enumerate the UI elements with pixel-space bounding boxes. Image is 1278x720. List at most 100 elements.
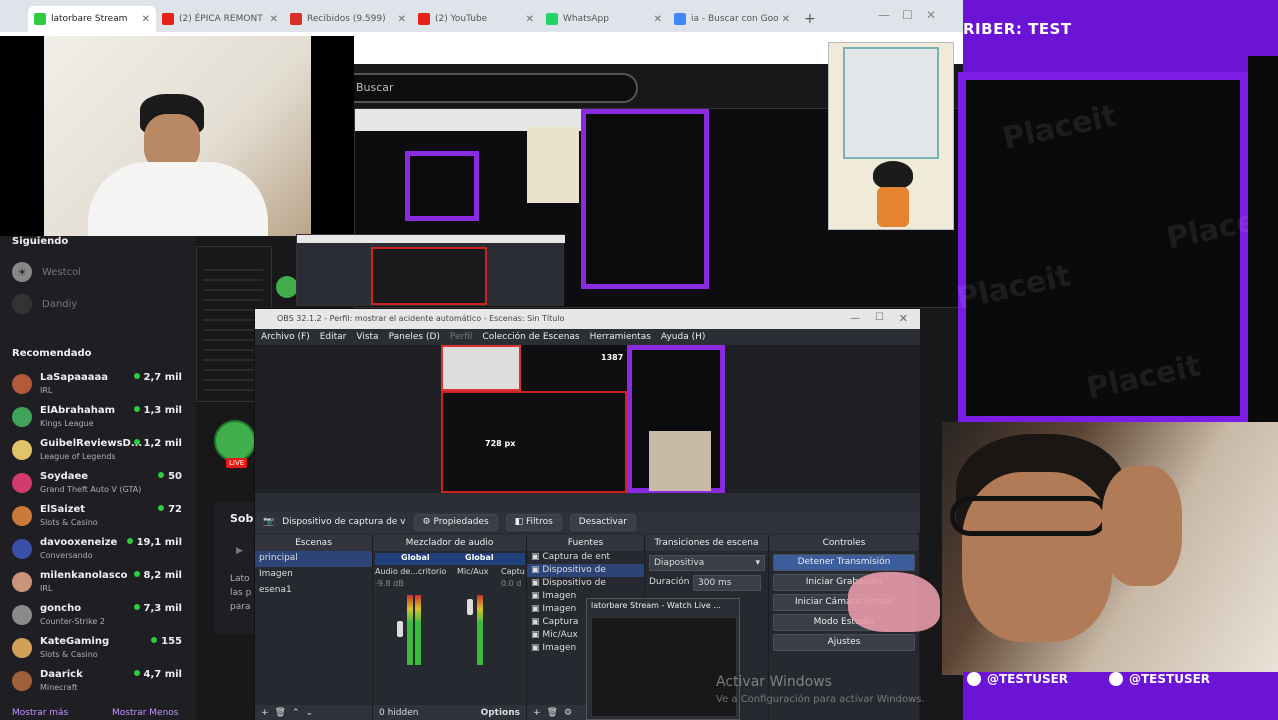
options-button[interactable]: Options <box>481 708 520 718</box>
show-less-link[interactable]: Mostrar Menos <box>112 708 178 718</box>
menu-item[interactable]: Perfil <box>450 332 473 342</box>
volume-slider[interactable] <box>397 621 403 637</box>
gear-icon[interactable]: ⚙ <box>564 708 572 718</box>
duration-input[interactable]: 300 ms <box>693 575 761 591</box>
show-more-link[interactable]: Mostrar más <box>12 708 68 718</box>
following-name: Westcol <box>42 266 81 278</box>
browser-tab[interactable]: Recibidos (9.599) ✕ <box>284 6 412 32</box>
transition-type-select[interactable]: Diapositiva ▾ <box>649 555 765 571</box>
menu-item[interactable]: Colección de Escenas <box>482 332 579 342</box>
trash-icon[interactable]: 🗑 <box>275 708 286 718</box>
down-icon[interactable]: ⌄ <box>306 708 314 718</box>
menu-item[interactable]: Archivo (F) <box>261 332 310 342</box>
new-tab-button[interactable]: + <box>796 11 816 32</box>
source-label: Dispositivo de <box>542 565 606 575</box>
add-icon[interactable]: + <box>261 708 269 718</box>
watermark-text: Placeit <box>953 258 1074 317</box>
up-icon[interactable]: ⌃ <box>292 708 300 718</box>
recommended-channel[interactable]: ElAbrahaham Kings League 1,3 mil <box>12 403 182 435</box>
browser-tab[interactable]: latorbare Stream ✕ <box>28 6 156 32</box>
scene-item[interactable]: esena1 <box>255 583 372 599</box>
close-tab-icon[interactable]: ✕ <box>782 14 790 25</box>
overlay-edge <box>1248 56 1278 426</box>
browser-tab[interactable]: (2) ÉPICA REMONT ✕ <box>156 6 284 32</box>
menu-item[interactable]: Herramientas <box>590 332 651 342</box>
obs-preview[interactable]: 1387 728 px <box>255 345 920 493</box>
source-item[interactable]: ▣ Dispositivo de <box>527 564 644 577</box>
recommended-channel[interactable]: milenkanolasco IRL 8,2 mil <box>12 568 182 600</box>
search-input[interactable]: Buscar <box>340 73 638 103</box>
recommended-channel[interactable]: Soydaee Grand Theft Auto V (GTA) 50 <box>12 469 182 501</box>
windows-activation-subtitle: Ve a Configuración para activar Windows. <box>716 694 925 705</box>
preview-selected-source[interactable] <box>441 391 627 493</box>
preview-cam2-source[interactable] <box>649 431 711 491</box>
browser-tab[interactable]: ia - Buscar con Goo ✕ <box>668 6 796 32</box>
channel-name: GuibelReviewsD... <box>40 438 143 449</box>
menu-item[interactable]: Vista <box>356 332 378 342</box>
watermark-text: Placeit <box>1083 348 1204 407</box>
close-tab-icon[interactable]: ✕ <box>526 14 534 25</box>
maximize-window-icon[interactable]: ☐ <box>902 8 913 22</box>
hidden-count: 0 hidden <box>379 708 419 718</box>
youtube-icon[interactable]: ▶ <box>236 546 243 556</box>
menu-item[interactable]: Ayuda (H) <box>661 332 705 342</box>
properties-button[interactable]: ⚙ Propiedades <box>413 513 498 531</box>
deactivate-button[interactable]: Desactivar <box>569 513 636 531</box>
recommended-channel[interactable]: LaSapaaaaa IRL 2,7 mil <box>12 370 182 402</box>
scene-item[interactable]: principal <box>255 551 372 567</box>
live-avatar <box>214 420 256 462</box>
channel-name: KateGaming <box>40 636 110 647</box>
preview-webcam-source[interactable] <box>441 345 521 391</box>
source-item[interactable]: ▣ Dispositivo de <box>527 577 644 590</box>
minimize-window-icon[interactable]: — <box>878 8 890 22</box>
control-button[interactable]: Detener Transmisión <box>773 554 915 571</box>
twitch-sidebar: Siguiendo ☀ Westcol Dandiy Recomendado L… <box>0 236 196 720</box>
mixer-ch1-label: Audio de...critorio <box>375 567 447 576</box>
menu-item[interactable]: Editar <box>320 332 347 342</box>
viewer-count: 19,1 mil <box>127 537 182 548</box>
duration-label: Duración <box>649 577 690 587</box>
browser-tab[interactable]: WhatsApp ✕ <box>540 6 668 32</box>
properties-label: Propiedades <box>433 516 489 527</box>
recommended-header: Recomendado <box>12 348 92 359</box>
recommended-channel[interactable]: davooxeneize Conversando 19,1 mil <box>12 535 182 567</box>
recommended-channel[interactable]: ElSaizet Slots & Casino 72 <box>12 502 182 534</box>
mixer-ch1-title: Global <box>401 553 430 562</box>
source-label: Captura <box>542 617 579 627</box>
recommended-channel[interactable]: GuibelReviewsD... League of Legends 1,2 mi… <box>12 436 182 468</box>
browser-tab[interactable]: (2) YouTube ✕ <box>412 6 540 32</box>
mixer-dock-title: Mezclador de audio <box>373 535 526 551</box>
scene-item[interactable]: Imagen <box>255 567 372 583</box>
close-window-icon[interactable]: ✕ <box>926 8 936 22</box>
close-tab-icon[interactable]: ✕ <box>654 14 662 25</box>
about-title: Sob <box>230 512 254 525</box>
control-button[interactable]: Ajustes <box>773 634 915 651</box>
following-item-1[interactable]: Dandiy <box>12 294 77 314</box>
source-item[interactable]: ▣ Captura de ent <box>527 551 644 564</box>
recommended-channel[interactable]: KateGaming Slots & Casino 155 <box>12 634 182 666</box>
tab-label: latorbare Stream <box>51 14 128 24</box>
add-icon[interactable]: + <box>533 708 541 718</box>
menu-item[interactable]: Paneles (D) <box>389 332 440 342</box>
minimize-icon[interactable]: — <box>850 313 860 324</box>
source-label: Imagen <box>542 643 577 653</box>
maximize-icon[interactable]: ☐ <box>875 312 884 323</box>
close-icon[interactable]: ✕ <box>899 312 908 325</box>
obs-zoom-bar[interactable] <box>255 493 920 511</box>
filters-button[interactable]: ◧ Filtros <box>505 513 562 531</box>
channel-game: Kings League <box>40 419 94 428</box>
recommended-channel[interactable]: Daarick Minecraft 4,7 mil <box>12 667 182 699</box>
following-item-0[interactable]: ☀ Westcol <box>12 262 81 282</box>
volume-slider[interactable] <box>467 599 473 615</box>
close-tab-icon[interactable]: ✕ <box>270 14 278 25</box>
source-type-icon: ▣ <box>531 630 543 640</box>
channel-game: Counter-Strike 2 <box>40 617 105 626</box>
recommended-channel[interactable]: goncho Counter-Strike 2 7,3 mil <box>12 601 182 633</box>
tab-favicon-icon <box>546 13 558 25</box>
close-tab-icon[interactable]: ✕ <box>142 14 150 25</box>
overlay-user: @TESTUSER <box>1109 672 1210 686</box>
nested-obs-preview <box>371 247 487 305</box>
close-tab-icon[interactable]: ✕ <box>398 14 406 25</box>
viewer-count: 1,2 mil <box>134 438 182 449</box>
trash-icon[interactable]: 🗑 <box>547 708 558 718</box>
